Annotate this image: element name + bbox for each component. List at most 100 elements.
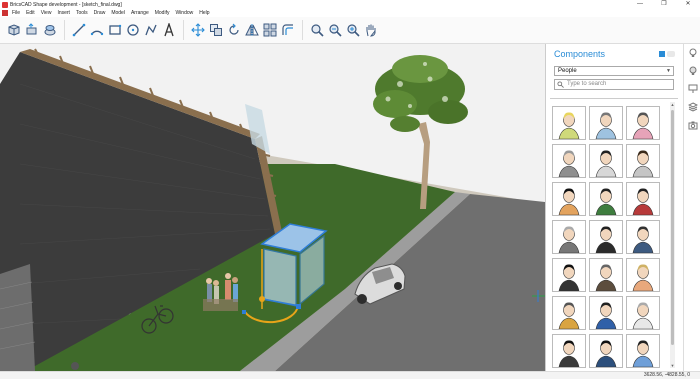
person-illustration: [632, 226, 654, 253]
extrude-tool-button[interactable]: [42, 22, 58, 38]
bulb-outline-icon: [689, 66, 696, 75]
rail-bulb-outline[interactable]: [684, 62, 700, 80]
polyline-tool-button[interactable]: [143, 22, 159, 38]
view-toggle[interactable]: [657, 51, 675, 57]
text-tool-button[interactable]: [161, 22, 177, 38]
menu-tools[interactable]: Tools: [76, 10, 88, 16]
menu-view[interactable]: View: [41, 10, 52, 16]
component-thumbnail[interactable]: [626, 220, 660, 254]
panel-scrollbar[interactable]: ▲ ▼: [670, 102, 675, 368]
maximize-button[interactable]: ❐: [652, 0, 676, 9]
component-thumbnail[interactable]: [552, 144, 586, 178]
menu-window[interactable]: Window: [175, 10, 193, 16]
search-placeholder: Type to search: [567, 81, 607, 87]
person-illustration: [595, 340, 617, 367]
menu-insert[interactable]: Insert: [57, 10, 70, 16]
rectangle-tool-button[interactable]: [107, 22, 123, 38]
grid-view-icon[interactable]: [659, 51, 665, 57]
component-thumbnail[interactable]: [589, 334, 623, 368]
category-dropdown[interactable]: People ▼: [554, 66, 674, 76]
component-thumbnail[interactable]: [626, 334, 660, 368]
toolbar-separator: [64, 20, 65, 40]
zoom-out-tool-button[interactable]: [327, 22, 343, 38]
array-tool-button[interactable]: [262, 22, 278, 38]
person-illustration: [558, 340, 580, 367]
panel-divider: [550, 98, 678, 99]
component-thumbnail[interactable]: [626, 182, 660, 216]
menu-file[interactable]: File: [12, 10, 20, 16]
menu-draw[interactable]: Draw: [94, 10, 106, 16]
scroll-up-icon[interactable]: ▲: [670, 102, 675, 107]
menu-arrange[interactable]: Arrange: [131, 10, 149, 16]
main-toolbar: [0, 17, 700, 44]
copy-tool-button[interactable]: [208, 22, 224, 38]
close-button[interactable]: ✕: [676, 0, 700, 9]
component-thumbnail[interactable]: [589, 106, 623, 140]
rotate-tool-button[interactable]: [226, 22, 242, 38]
lamp-icon: [688, 84, 697, 93]
component-thumbnail[interactable]: [552, 106, 586, 140]
component-thumbnail[interactable]: [589, 258, 623, 292]
offset-tool-button[interactable]: [280, 22, 296, 38]
move-tool-button[interactable]: [190, 22, 206, 38]
bricscad-window: BricsCAD Shape development - [sketch_fin…: [0, 0, 700, 379]
pan-tool-button[interactable]: [363, 22, 379, 38]
menu-help[interactable]: Help: [199, 10, 209, 16]
extrude-icon: [44, 25, 56, 36]
lightbulb-icon: [689, 48, 696, 57]
scroll-thumb[interactable]: [671, 110, 674, 345]
zoom-in-tool-button[interactable]: [345, 22, 361, 38]
person-illustration: [595, 188, 617, 215]
zoom-extents-tool-button[interactable]: [309, 22, 325, 38]
model-viewport[interactable]: [0, 44, 545, 371]
component-thumbnail[interactable]: [552, 296, 586, 330]
camera-icon: [688, 121, 697, 130]
scene-drawing: [0, 44, 545, 371]
box-tool-button[interactable]: [6, 22, 22, 38]
menu-model[interactable]: Model: [111, 10, 125, 16]
circle-tool-button[interactable]: [125, 22, 141, 38]
title-bar: BricsCAD Shape development - [sketch_fin…: [0, 0, 700, 9]
rail-lamp[interactable]: [684, 80, 700, 98]
component-thumbnail[interactable]: [552, 258, 586, 292]
search-icon: [557, 81, 564, 88]
push-pull-tool-button[interactable]: [24, 22, 40, 38]
box-icon: [8, 24, 20, 36]
search-input[interactable]: Type to search: [554, 79, 674, 90]
component-thumbnail[interactable]: [626, 144, 660, 178]
app-menu-icon[interactable]: [2, 10, 8, 16]
person-illustration: [595, 150, 617, 177]
rail-lightbulb[interactable]: [684, 44, 700, 62]
component-thumbnail[interactable]: [589, 220, 623, 254]
person-illustration: [558, 188, 580, 215]
menu-modify[interactable]: Modify: [155, 10, 170, 16]
mirror-tool-button[interactable]: [244, 22, 260, 38]
line-tool-button[interactable]: [71, 22, 87, 38]
component-thumbnail[interactable]: [552, 182, 586, 216]
rail-camera[interactable]: [684, 116, 700, 134]
component-thumbnail[interactable]: [552, 334, 586, 368]
person-illustration: [632, 188, 654, 215]
arc-tool-button[interactable]: [89, 22, 105, 38]
push-pull-icon: [26, 23, 37, 35]
scroll-down-icon[interactable]: ▼: [670, 363, 675, 368]
person-illustration: [558, 112, 580, 139]
zoom-out-icon: [329, 24, 342, 37]
component-thumbnail[interactable]: [626, 258, 660, 292]
component-thumbnail[interactable]: [626, 106, 660, 140]
person-illustration: [558, 226, 580, 253]
rail-layers[interactable]: [684, 98, 700, 116]
window-title: BricsCAD Shape development - [sketch_fin…: [10, 1, 122, 8]
status-bar: 3628.56, -4828.55, 0: [0, 371, 700, 379]
person-illustration: [558, 302, 580, 329]
toolbar-separator: [183, 20, 184, 40]
component-thumbnail[interactable]: [589, 296, 623, 330]
menu-edit[interactable]: Edit: [26, 10, 35, 16]
right-icon-rail: [683, 44, 700, 371]
list-view-icon[interactable]: [667, 51, 675, 57]
component-thumbnail[interactable]: [626, 296, 660, 330]
component-thumbnail[interactable]: [589, 144, 623, 178]
component-thumbnail[interactable]: [552, 220, 586, 254]
component-thumbnail[interactable]: [589, 182, 623, 216]
minimize-button[interactable]: —: [628, 0, 652, 9]
